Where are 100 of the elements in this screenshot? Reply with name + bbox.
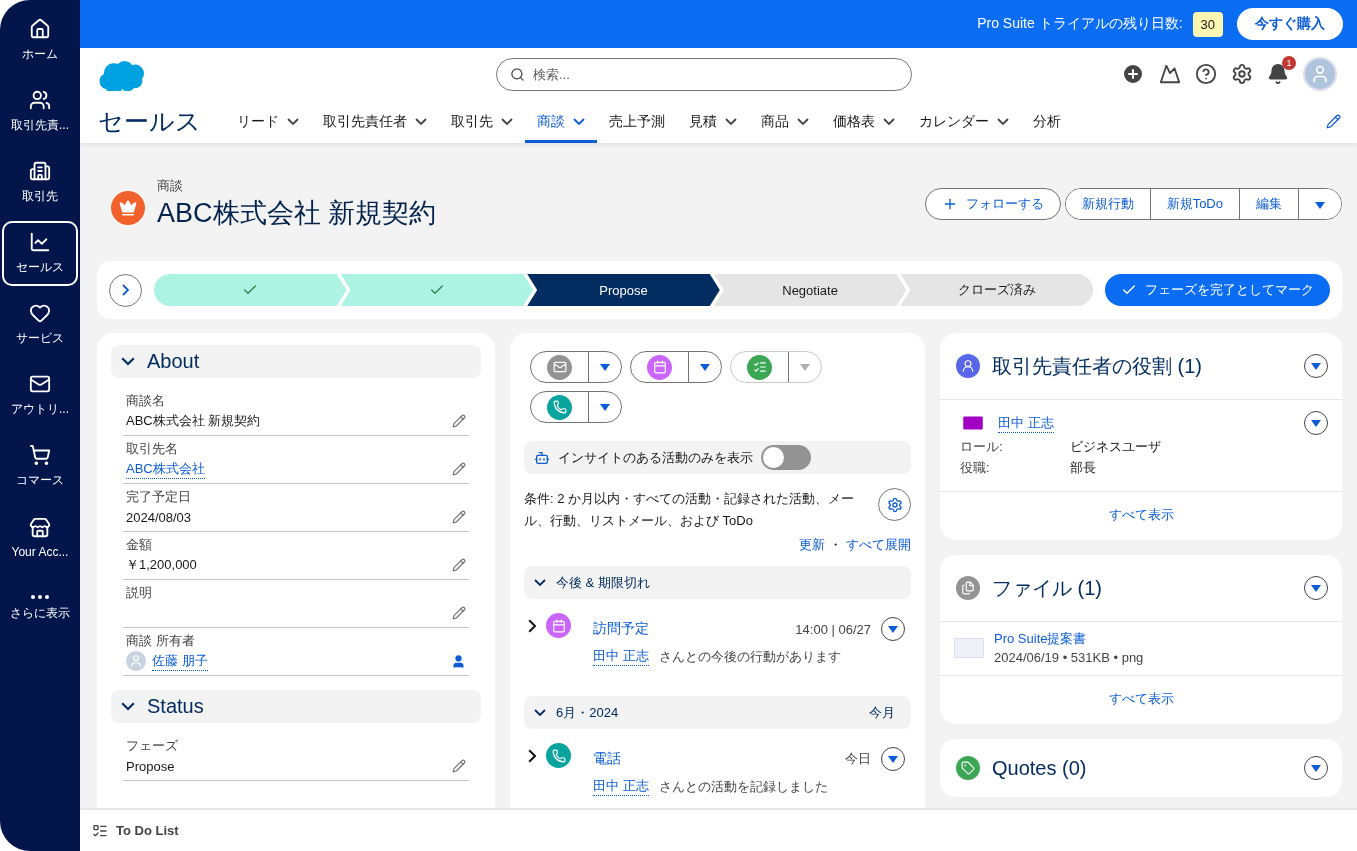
expand-button[interactable] [528,619,537,633]
path-stage[interactable]: Negotiate [713,274,907,306]
mountain-icon[interactable] [1159,63,1181,85]
chevron-down-icon [415,117,427,126]
row-menu-button[interactable] [1304,411,1328,435]
timeline-group-header[interactable]: 6月・2024 今月 [524,696,911,729]
nav-tab[interactable]: 見積 [677,100,749,143]
card-menu-button[interactable] [1304,756,1328,780]
mark-complete-button[interactable]: フェーズを完了としてマーク [1105,274,1330,306]
edit-button[interactable] [452,414,466,428]
nav-tab[interactable]: 取引先 [439,100,525,143]
filter-settings-button[interactable] [878,488,911,521]
settings-icon[interactable] [1231,63,1253,85]
buy-now-button[interactable]: 今すぐ購入 [1237,8,1343,40]
person-link[interactable]: 田中 正志 [593,777,649,796]
sidebar-item[interactable]: Your Acc... [2,505,78,570]
cart-icon [29,444,51,466]
help-icon[interactable] [1195,63,1217,85]
edit-button[interactable] [452,558,466,572]
bell-icon[interactable] [1267,63,1289,85]
caret-icon [1311,419,1321,427]
card-menu-button[interactable] [1304,576,1328,600]
chevron-down-icon [573,117,585,126]
owner-avatar [126,651,146,671]
calendar-icon [647,354,672,380]
follow-button[interactable]: フォローする [924,188,1061,220]
chevron-right-icon [121,284,130,296]
item-menu-button[interactable] [881,747,905,771]
edit-button[interactable] [452,462,466,476]
sidebar-item[interactable]: セールス [2,221,78,286]
files-icon [956,576,980,600]
nav-tab[interactable]: 取引先責任者 [311,100,439,143]
nav-tab[interactable]: リード [225,100,311,143]
gear-icon [886,496,903,513]
sidebar-item[interactable]: 取引先 [2,150,78,215]
expand-button[interactable] [528,749,537,763]
edit-button[interactable] [452,606,466,620]
chevron-down-icon [997,117,1009,126]
nav-tab[interactable]: 価格表 [821,100,907,143]
phone-icon [547,394,572,420]
sidebar-item[interactable]: サービス [2,292,78,357]
path-toggle-button[interactable] [109,273,142,307]
view-all-link[interactable]: すべて表示 [940,675,1342,724]
view-all-link[interactable]: すべて表示 [940,491,1342,540]
sidebar-item[interactable]: コマース [2,434,78,499]
heart-icon [29,302,51,324]
separator-dot: ・ [829,536,842,554]
nav-tab[interactable]: 商品 [749,100,821,143]
caret-icon [700,363,710,371]
change-owner-button[interactable] [451,653,466,669]
path-stage[interactable]: クローズ済み [900,274,1093,306]
item-menu-button[interactable] [881,617,905,641]
sidebar-item[interactable]: ホーム [2,8,78,73]
edit-button[interactable] [452,510,466,524]
caret-icon [600,403,610,411]
add-icon[interactable] [1121,62,1145,86]
caret-icon [1311,362,1321,370]
field-value: ビジネスユーザ [1070,438,1162,456]
contact-link[interactable]: 田中 正志 [998,413,1054,433]
trial-text: Pro Suite トライアルの残り日数: [977,15,1183,33]
filter-text: 条件: 2 か月以内・すべての活動・記録された活動、メール、行動、リストメール、および ToDo [524,490,856,530]
field-value: Propose [126,758,175,774]
timeline-group-header[interactable]: 今後 & 期限切れ [524,566,911,599]
object-label: 商談 [157,177,184,195]
timeline-link[interactable]: すべて展開 [846,536,911,554]
chevron-right-icon [528,619,537,633]
nav-tab[interactable]: 分析 [1021,100,1073,143]
activity-title[interactable]: 訪問予定 [593,620,786,638]
insight-toggle[interactable] [761,445,811,470]
field-value: ￥1,200,000 [126,556,197,574]
card-title: Quotes (0) [992,756,1088,780]
chevron-down-icon [287,117,299,126]
chevron-down-icon [534,708,546,717]
activity-title[interactable]: 電話 [593,750,835,768]
search-field[interactable]: 検索... [496,57,912,91]
chevron-down-icon [501,117,513,126]
sidebar-item[interactable]: 取引先責... [2,79,78,144]
todo-list-button[interactable]: To Do List [92,822,179,839]
section-header[interactable]: About [111,345,481,378]
edit-icon[interactable] [1326,114,1341,129]
sidebar-item[interactable]: さらに表示 [2,576,78,641]
more-icon [31,595,49,599]
field-label: 説明 [126,584,153,602]
edit-button[interactable] [452,759,466,773]
mail-icon [29,373,51,395]
activity-text: さんとの活動を記録しました [659,777,828,796]
timeline-link[interactable]: 更新 [799,536,825,554]
file-link[interactable]: Pro Suite提案書 [994,630,1144,648]
nav-tab[interactable]: 売上予測 [597,100,677,143]
sidebar-item[interactable]: アウトリ... [2,363,78,428]
field-link[interactable]: ABC株式会社 [126,459,205,479]
person-link[interactable]: 田中 正志 [593,647,649,666]
path-stage[interactable]: Propose [527,274,720,306]
card-menu-button[interactable] [1304,354,1328,378]
field-label: 完了予定日 [126,488,192,506]
field-link[interactable]: 佐藤 朋子 [152,651,208,671]
nav-tab[interactable]: カレンダー [907,100,1021,143]
section-header[interactable]: Status [111,690,481,723]
insight-label: インサイトのある活動のみを表示 [558,448,753,467]
action-button[interactable]: 新規行動 [1065,189,1151,219]
